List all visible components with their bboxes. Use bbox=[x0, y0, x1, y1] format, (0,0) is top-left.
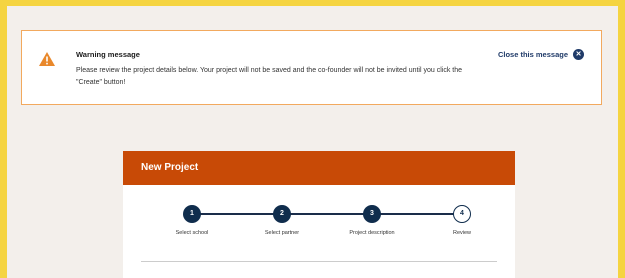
step-1-circle[interactable]: 1 bbox=[183, 205, 201, 223]
warning-body: Please review the project details below.… bbox=[76, 67, 463, 86]
close-message-button[interactable]: Close this message ✕ bbox=[498, 49, 584, 60]
step-connector bbox=[282, 213, 372, 215]
step-4-circle[interactable]: 4 bbox=[453, 205, 471, 223]
step-2-label: Select partner bbox=[264, 230, 300, 236]
page-background: Warning message Please review the projec… bbox=[7, 6, 618, 278]
card-divider bbox=[141, 261, 497, 262]
new-project-card: New Project 1 2 3 4 Select school Select… bbox=[123, 151, 515, 278]
step-2-circle[interactable]: 2 bbox=[273, 205, 291, 223]
close-icon: ✕ bbox=[573, 49, 584, 60]
warning-triangle-icon bbox=[39, 52, 55, 66]
step-connector bbox=[372, 213, 462, 215]
progress-stepper: 1 2 3 4 Select school Select partner Pro… bbox=[123, 185, 515, 245]
step-connector bbox=[192, 213, 282, 215]
step-3-circle[interactable]: 3 bbox=[363, 205, 381, 223]
step-3-label: Project description bbox=[349, 230, 395, 236]
step-1-label: Select school bbox=[175, 230, 209, 236]
warning-title: Warning message bbox=[76, 50, 140, 59]
close-message-label: Close this message bbox=[497, 50, 568, 59]
card-header: New Project bbox=[123, 151, 515, 185]
warning-banner: Warning message Please review the projec… bbox=[21, 30, 602, 105]
step-4-label: Review bbox=[452, 230, 472, 236]
